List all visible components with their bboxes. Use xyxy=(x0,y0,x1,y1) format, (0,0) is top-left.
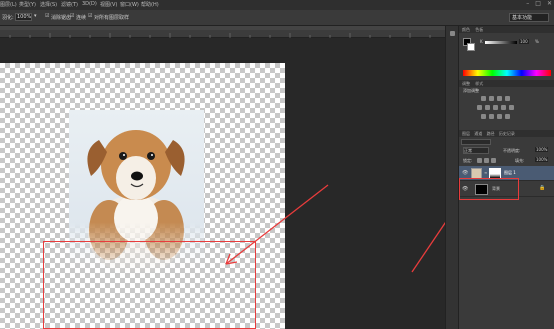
exposure-icon[interactable] xyxy=(505,96,510,101)
color-panel-header: 颜色 色板 xyxy=(459,26,554,33)
k-slider[interactable] xyxy=(485,41,517,44)
collapse-panels-icon[interactable] xyxy=(450,31,455,36)
lock-all-icon[interactable] xyxy=(491,158,496,163)
add-adjustment-label: 添加调整 xyxy=(463,88,479,93)
brightness-icon[interactable] xyxy=(481,96,486,101)
layer-name[interactable]: 图层 1 xyxy=(504,170,516,176)
color-balance-icon[interactable] xyxy=(493,105,498,110)
link-icon[interactable]: ∞ xyxy=(484,170,487,175)
tab-color[interactable]: 颜色 xyxy=(462,27,470,32)
k-unit: % xyxy=(535,39,539,44)
levels-icon[interactable] xyxy=(489,96,494,101)
opacity-label: 不透明度: xyxy=(503,148,521,153)
opacity-input[interactable]: 100% xyxy=(535,147,549,152)
tab-paths[interactable]: 路径 xyxy=(487,131,495,136)
tab-layers[interactable]: 图层 xyxy=(462,131,470,136)
arrow-to-canvas xyxy=(225,184,329,265)
tab-channels[interactable]: 通道 xyxy=(474,131,482,136)
right-panels: 颜色 色板 K 100 % 调整 样式 添加调整 图层 通道 路径 历史记录 正… xyxy=(458,26,554,329)
background-color-swatch[interactable] xyxy=(467,43,475,51)
lock-pixels-icon[interactable] xyxy=(477,158,482,163)
hue-saturation-icon[interactable] xyxy=(485,105,490,110)
color-spectrum-bar[interactable] xyxy=(463,70,551,76)
adjust-panel-header: 调整 样式 xyxy=(459,80,554,87)
layers-panel-header: 图层 通道 路径 历史记录 xyxy=(459,130,554,137)
fill-input[interactable]: 100% xyxy=(535,157,549,162)
threshold-icon[interactable] xyxy=(497,114,502,119)
panel-dock-strip xyxy=(445,26,458,329)
photo-filter-icon[interactable] xyxy=(509,105,514,110)
black-white-icon[interactable] xyxy=(501,105,506,110)
tab-history[interactable]: 历史记录 xyxy=(499,131,515,136)
blend-mode-select[interactable]: 正常 xyxy=(463,147,489,154)
layer-filter-select[interactable] xyxy=(461,139,491,145)
tab-adjustments[interactable]: 调整 xyxy=(462,81,470,86)
curves-icon[interactable] xyxy=(497,96,502,101)
fill-label: 填充: xyxy=(515,158,525,163)
eye-icon[interactable]: 👁 xyxy=(462,170,468,176)
lock-position-icon[interactable] xyxy=(484,158,489,163)
tab-styles[interactable]: 样式 xyxy=(475,81,483,86)
lock-icon: 🔒 xyxy=(539,185,546,191)
posterize-icon[interactable] xyxy=(489,114,494,119)
vibrance-icon[interactable] xyxy=(477,105,482,110)
annotation-layer-highlight xyxy=(459,178,519,200)
tab-swatches[interactable]: 色板 xyxy=(475,27,483,32)
invert-icon[interactable] xyxy=(481,114,486,119)
lock-label: 锁定: xyxy=(463,158,473,163)
gradient-map-icon[interactable] xyxy=(505,114,510,119)
k-label: K xyxy=(480,39,483,44)
k-value-input[interactable]: 100 xyxy=(519,39,529,44)
